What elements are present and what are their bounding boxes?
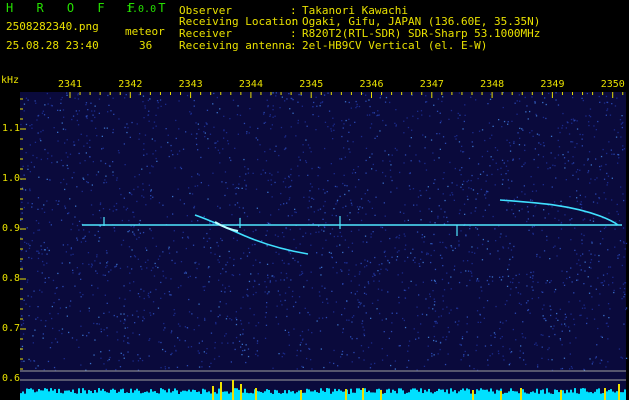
time-tick-label: 2345	[299, 79, 324, 90]
spectrogram-background	[20, 92, 626, 400]
time-tick-label: 2346	[359, 79, 384, 90]
freq-tick-label: 1.1	[2, 123, 21, 134]
time-tick-label: 2347	[419, 79, 444, 90]
freq-tick-label: 0.6	[2, 373, 21, 384]
freq-tick-label: 0.8	[2, 273, 21, 284]
freq-unit-label: kHz	[1, 75, 20, 86]
time-tick-label: 2342	[118, 79, 143, 90]
time-tick-label: 2343	[178, 79, 203, 90]
time-tick-label: 2344	[238, 79, 263, 90]
freq-tick-label: 0.9	[2, 223, 21, 234]
time-tick-label: 2350	[600, 79, 625, 90]
time-tick-label: 2341	[58, 79, 83, 90]
freq-tick-label: 0.7	[2, 323, 21, 334]
freq-tick-label: 1.0	[2, 173, 21, 184]
time-tick-label: 2349	[540, 79, 565, 90]
time-tick-label: 2348	[480, 79, 505, 90]
spectrogram	[20, 92, 628, 400]
